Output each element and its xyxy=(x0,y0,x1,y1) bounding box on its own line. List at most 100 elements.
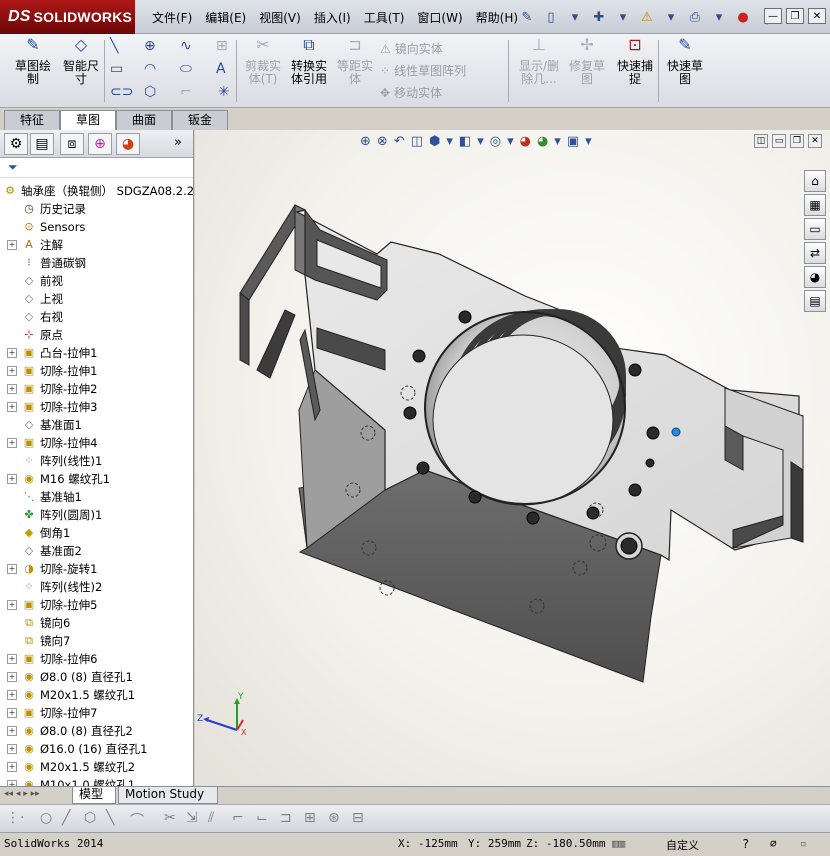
extend-icon[interactable]: ⇲ xyxy=(186,810,198,826)
display-delete-relations-button[interactable]: ⊥ 显示/删 除几... xyxy=(514,37,564,86)
tree-item[interactable]: + ◑ 切除-旋转1 xyxy=(0,560,193,578)
tab-scroll-icons[interactable]: ◂◂ ◂ ▸ ▸▸ xyxy=(4,789,40,799)
print-icon[interactable]: ⎙ xyxy=(686,8,704,26)
tree-item[interactable]: ⋱ 基准轴1 xyxy=(0,488,193,506)
tree-item[interactable]: ◇ 上视 xyxy=(0,290,193,308)
filter-icon[interactable]: ⏷ xyxy=(8,160,18,175)
tree-item[interactable]: ✤ 阵列(圆周)1 xyxy=(0,506,193,524)
line-icon[interactable]: ╱ xyxy=(62,810,70,826)
tree-item[interactable]: + ▣ 切除-拉伸1 xyxy=(0,362,193,380)
chevron-right-icon[interactable]: » xyxy=(174,135,182,150)
tree-item[interactable]: + ▣ 凸台-拉伸1 xyxy=(0,344,193,362)
tab-sketch[interactable]: 草图 xyxy=(60,110,116,130)
tangent-arc-icon[interactable]: ⌒ xyxy=(130,810,144,830)
tree-item[interactable]: + ◉ M20x1.5 螺纹孔2 xyxy=(0,758,193,776)
tab-motion-study[interactable]: Motion Study 1 xyxy=(118,787,218,816)
line-icon[interactable]: ╲ xyxy=(110,38,118,54)
centerline-icon[interactable]: ╲ xyxy=(106,810,114,826)
smart-dimension-button[interactable]: ◇ 智能尺 寸 xyxy=(56,37,106,86)
convert-entities-button[interactable]: ⧉ 转换实 体引用 xyxy=(286,37,332,86)
trim-icon[interactable]: ✂ xyxy=(164,810,176,826)
expand-icon[interactable]: + xyxy=(7,672,17,682)
tab-features[interactable]: 特征 xyxy=(4,110,60,130)
rebuild-icon[interactable]: ⌀ xyxy=(770,837,777,850)
dropdown-icon[interactable]: ▾ xyxy=(710,8,728,26)
chamfer-icon[interactable]: ⌙ xyxy=(256,810,268,826)
tree-item[interactable]: ◆ 倒角1 xyxy=(0,524,193,542)
new-document-icon[interactable]: ▯ xyxy=(542,8,560,26)
repair-sketch-button[interactable]: ✢ 修复草 图 xyxy=(564,37,610,86)
menu-edit[interactable]: 编辑(E) xyxy=(201,9,255,26)
tree-item[interactable]: + ◉ Ø8.0 (8) 直径孔2 xyxy=(0,722,193,740)
quick-snaps-button[interactable]: ⊡ 快速捕 捉 xyxy=(612,37,658,86)
menu-insert[interactable]: 插入(I) xyxy=(310,9,360,26)
expand-icon[interactable]: + xyxy=(7,564,17,574)
display-manager-tab-icon[interactable]: ◕ xyxy=(116,133,140,155)
tab-surfaces[interactable]: 曲面 xyxy=(116,110,172,130)
polygon-icon[interactable]: ⬡ xyxy=(84,810,96,826)
tree-item[interactable]: + A 注解 xyxy=(0,236,193,254)
tree-item[interactable]: + ◉ M16 螺纹孔1 xyxy=(0,470,193,488)
expand-icon[interactable]: + xyxy=(7,762,17,772)
tree-item[interactable]: ◇ 基准面1 xyxy=(0,416,193,434)
close-icon[interactable]: ✕ xyxy=(808,8,826,24)
pin-icon[interactable]: ✎ xyxy=(518,8,536,26)
expand-icon[interactable]: + xyxy=(7,726,17,736)
dropdown-icon[interactable]: ▾ xyxy=(566,8,584,26)
tab-sheet-metal[interactable]: 钣金 xyxy=(172,110,228,130)
feature-manager-tab-icon[interactable]: ⚙ xyxy=(4,133,28,155)
graphics-area[interactable]: ⊕ ⊗ ↶ ◫ ⬢ ▾ ◧ ▾ ◎ ▾ ◕ ◕ ▾ ▣ ▾ ◫ ▭ ❐ ✕ ⌂ … xyxy=(195,130,830,786)
dropdown-icon[interactable]: ▾ xyxy=(614,8,632,26)
point-icon[interactable]: ✳ xyxy=(218,84,230,100)
tree-item[interactable]: + ◉ M20x1.5 螺纹孔1 xyxy=(0,686,193,704)
rebuild-warning-icon[interactable]: ⚠ xyxy=(638,8,656,26)
mirror-icon[interactable]: ⫽ xyxy=(208,810,214,826)
linear-pattern-icon[interactable]: ⊞ xyxy=(304,810,316,826)
tree-item[interactable]: + ▣ 切除-拉伸6 xyxy=(0,650,193,668)
rapid-sketch-button[interactable]: ✎ 快速草 图 xyxy=(662,37,708,86)
restore-icon[interactable]: ❐ xyxy=(786,8,804,24)
tree-item[interactable]: ⊹ 原点 xyxy=(0,326,193,344)
expand-icon[interactable]: + xyxy=(7,348,17,358)
panel-collapse-handle[interactable]: ⋮ xyxy=(190,430,193,440)
menu-tools[interactable]: 工具(T) xyxy=(360,9,414,26)
tree-root[interactable]: ⚙ 轴承座（换辊侧） SDGZA08.2.2 xyxy=(0,182,193,200)
help-icon[interactable]: ? xyxy=(742,837,749,851)
grid-icon[interactable]: ⊞ xyxy=(216,38,228,54)
offset-entities-button[interactable]: ⊐ 等距实 体 xyxy=(332,37,378,86)
tree-item[interactable]: ⁝ 普通碳钢 xyxy=(0,254,193,272)
tree-item[interactable]: + ▣ 切除-拉伸3 xyxy=(0,398,193,416)
tree-item[interactable]: ◷ 历史记录 xyxy=(0,200,193,218)
traffic-light-icon[interactable]: ● xyxy=(734,8,752,26)
tree-item[interactable]: ⧉ 镜向7 xyxy=(0,632,193,650)
expand-icon[interactable]: + xyxy=(7,438,17,448)
units-selector[interactable]: 自定义 xyxy=(666,837,699,853)
expand-icon[interactable]: + xyxy=(7,744,17,754)
text-icon[interactable]: A xyxy=(216,61,226,77)
property-manager-tab-icon[interactable]: ▤ xyxy=(30,133,54,155)
slot-icon[interactable]: ⊂⊃ xyxy=(110,84,133,100)
offset-icon[interactable]: ⊐ xyxy=(280,810,292,826)
tree-item[interactable]: ◇ 基准面2 xyxy=(0,542,193,560)
trim-entities-button[interactable]: ✂ 剪裁实 体(T) xyxy=(240,37,286,86)
tree-item[interactable]: ◇ 前视 xyxy=(0,272,193,290)
dropdown-icon[interactable]: ▾ xyxy=(662,8,680,26)
sketch-picture-icon[interactable]: ⊟ xyxy=(352,810,364,826)
tree-item[interactable]: ⁘ 阵列(线性)2 xyxy=(0,578,193,596)
expand-icon[interactable]: + xyxy=(7,240,17,250)
point-icon[interactable]: · xyxy=(20,810,24,826)
expand-icon[interactable]: + xyxy=(7,384,17,394)
expand-icon[interactable]: + xyxy=(7,366,17,376)
minimize-icon[interactable]: — xyxy=(764,8,782,24)
tree-item[interactable]: + ▣ 切除-拉伸7 xyxy=(0,704,193,722)
open-icon[interactable]: ✚ xyxy=(590,8,608,26)
expand-icon[interactable]: + xyxy=(7,600,17,610)
spline-icon[interactable]: ∿ xyxy=(180,38,192,54)
circle-icon[interactable]: ○ xyxy=(40,810,52,826)
fillet-icon[interactable]: ⌐ xyxy=(180,84,192,100)
configuration-manager-tab-icon[interactable]: ⧈ xyxy=(60,133,84,155)
expand-icon[interactable]: + xyxy=(7,474,17,484)
tree-item[interactable]: + ◉ M10x1.0 螺纹孔1 xyxy=(0,776,193,786)
circular-pattern-icon[interactable]: ⊛ xyxy=(328,810,340,826)
tree-item[interactable]: + ◉ Ø8.0 (8) 直径孔1 xyxy=(0,668,193,686)
